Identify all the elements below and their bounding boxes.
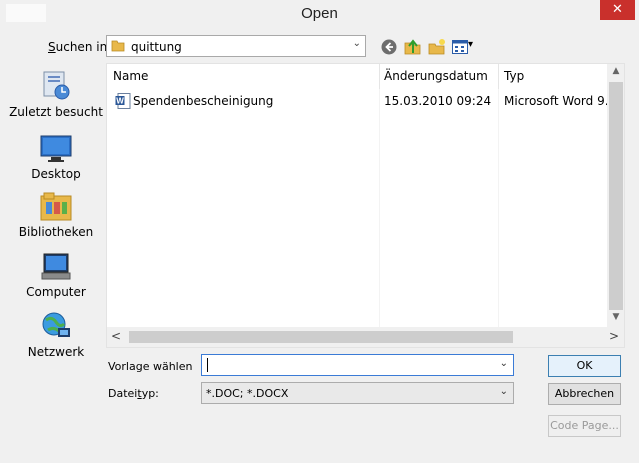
place-label: Zuletzt besucht	[9, 105, 103, 119]
libraries-icon	[40, 192, 72, 221]
back-icon[interactable]	[380, 38, 398, 56]
place-libraries[interactable]: Bibliotheken	[8, 192, 104, 239]
file-row[interactable]: W Spendenbescheinigung 15.03.2010 09:24 …	[107, 91, 616, 111]
horizontal-scrollbar[interactable]: < >	[107, 327, 624, 347]
code-page-button[interactable]: Code Page...	[548, 415, 621, 437]
place-label: Desktop	[31, 167, 81, 181]
cancel-button[interactable]: Abbrechen	[548, 383, 621, 405]
lookin-label-rest: uchen in:	[55, 40, 112, 54]
svg-text:W: W	[116, 97, 124, 106]
vertical-scroll-thumb[interactable]	[609, 82, 623, 310]
column-header-type[interactable]: Typ	[504, 69, 524, 83]
filetype-label: Dateityp:	[108, 387, 159, 400]
lookin-label: Suchen in:	[48, 40, 112, 54]
chevron-down-icon[interactable]: ⌄	[500, 358, 508, 369]
lookin-dropdown[interactable]: quittung ⌄	[106, 35, 366, 57]
place-recent[interactable]: Zuletzt besucht	[8, 70, 104, 119]
place-network[interactable]: Netzwerk	[8, 310, 104, 359]
chevron-down-icon: ⌄	[352, 38, 361, 49]
place-label: Computer	[26, 285, 86, 299]
ok-button[interactable]: OK	[548, 355, 621, 377]
window-title: Open	[301, 5, 338, 22]
recent-places-icon	[43, 71, 70, 100]
up-folder-icon[interactable]	[404, 38, 422, 56]
column-header-date[interactable]: Änderungsdatum	[384, 69, 488, 83]
file-list[interactable]: Name ⌃ Änderungsdatum Typ W Spendenbesch…	[106, 63, 625, 348]
scroll-down-icon[interactable]: ▼	[607, 312, 624, 322]
template-name-label: Vorlage wählen	[108, 360, 193, 373]
place-label: Bibliotheken	[18, 225, 94, 239]
filetype-value: *.DOC; *.DOCX	[206, 387, 289, 400]
new-folder-icon[interactable]	[428, 38, 446, 56]
word-document-icon: W	[115, 93, 131, 109]
close-button[interactable]: ✕	[600, 0, 635, 20]
column-guide	[379, 89, 380, 327]
chevron-down-icon: ⌄	[499, 386, 508, 397]
place-desktop[interactable]: Desktop	[8, 134, 104, 181]
column-header-name[interactable]: Name	[113, 69, 148, 83]
filetype-dropdown[interactable]: *.DOC; *.DOCX ⌄	[201, 382, 514, 404]
folder-icon	[111, 40, 125, 52]
desktop-icon	[40, 135, 72, 162]
horizontal-scroll-thumb[interactable]	[129, 331, 513, 343]
template-name-input[interactable]: ⌄	[201, 354, 514, 376]
computer-icon	[41, 253, 71, 280]
lookin-value: quittung	[131, 40, 182, 54]
column-guide	[498, 89, 499, 327]
file-name: Spendenbescheinigung	[133, 94, 274, 108]
column-separator[interactable]	[379, 64, 380, 89]
text-caret	[207, 358, 208, 372]
scroll-left-icon[interactable]: <	[111, 329, 121, 343]
place-computer[interactable]: Computer	[8, 252, 104, 299]
views-menu-button[interactable]: ▾	[452, 38, 476, 56]
views-grid-icon	[452, 40, 468, 54]
column-separator[interactable]	[498, 64, 499, 89]
scroll-right-icon[interactable]: >	[609, 329, 619, 343]
scroll-up-icon[interactable]: ▲	[607, 66, 624, 76]
file-type: Microsoft Word 9...	[504, 94, 617, 108]
place-label: Netzwerk	[27, 345, 85, 359]
network-icon	[42, 312, 70, 337]
file-date: 15.03.2010 09:24	[384, 94, 492, 108]
views-arrow-icon: ▾	[468, 39, 474, 50]
